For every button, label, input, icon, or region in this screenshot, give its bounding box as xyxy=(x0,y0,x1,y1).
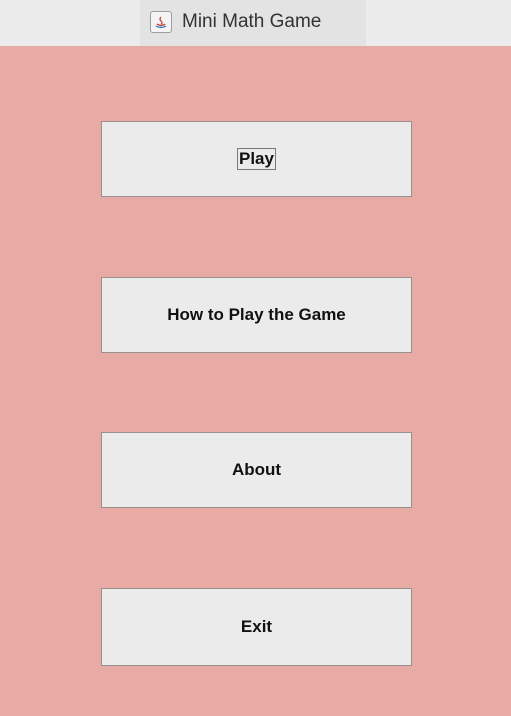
exit-button-label: Exit xyxy=(240,617,273,636)
about-button[interactable]: About xyxy=(101,432,412,508)
how-to-play-button[interactable]: How to Play the Game xyxy=(101,277,412,353)
play-button[interactable]: Play xyxy=(101,121,412,197)
title-bar: Mini Math Game xyxy=(0,0,511,46)
window-title-tab: Mini Math Game xyxy=(140,0,366,46)
how-to-play-button-label: How to Play the Game xyxy=(167,305,346,324)
window-title: Mini Math Game xyxy=(182,11,322,32)
exit-button[interactable]: Exit xyxy=(101,588,412,666)
play-button-label: Play xyxy=(237,148,276,170)
java-app-icon xyxy=(150,11,172,33)
about-button-label: About xyxy=(231,460,282,479)
